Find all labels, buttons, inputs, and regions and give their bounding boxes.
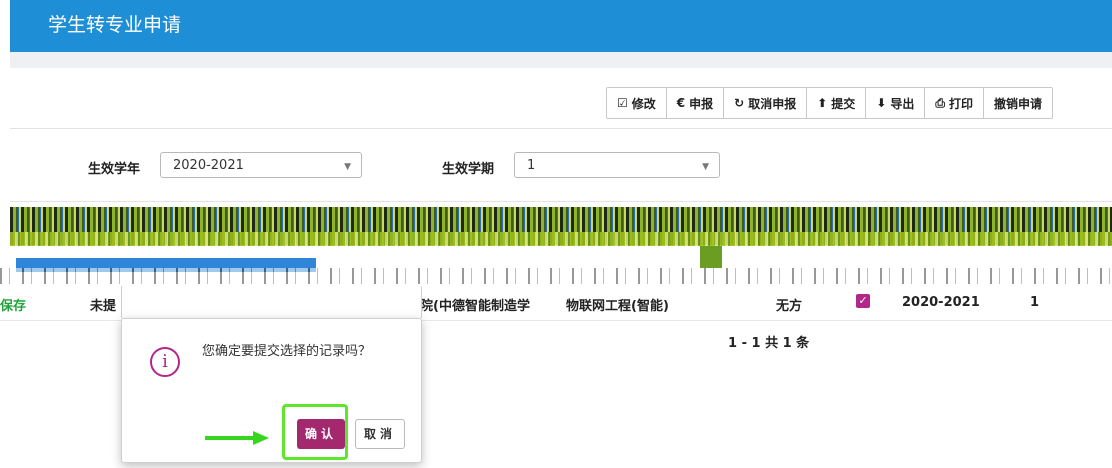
dialog-backdrop-strip [121, 286, 422, 318]
save-link[interactable]: 保存 [0, 295, 26, 314]
pointer-arrow-icon [205, 431, 269, 445]
term-select[interactable]: 1 ▼ [514, 152, 720, 178]
submit-button[interactable]: ⬆ 提交 [807, 88, 867, 118]
action-toolbar: ☑ 修改 € 申报 ↻ 取消申报 ⬆ 提交 ⬇ 导出 ⎙ 打印 撤销申请 [606, 87, 1054, 119]
edit-icon: ☑ [617, 96, 628, 110]
pagination-info: 1 - 1 共 1 条 [728, 336, 810, 351]
garbled-block [700, 246, 722, 268]
declare-button[interactable]: € 申报 [667, 88, 725, 118]
revoke-application-button[interactable]: 撤销申请 [984, 88, 1052, 118]
garbled-band [10, 232, 1112, 246]
info-icon: i [150, 347, 180, 377]
filter-panel: 生效学年 2020-2021 ▼ 生效学期 1 ▼ [10, 128, 1112, 202]
year-select[interactable]: 2020-2021 ▼ [160, 152, 362, 178]
garbled-column-headers [0, 268, 1112, 284]
year-value: 2020-2021 [173, 158, 244, 173]
year-label: 生效学年 [88, 162, 141, 177]
direction-cell: 无方 [776, 299, 803, 314]
export-button[interactable]: ⬇ 导出 [866, 88, 926, 118]
dialog-message: 您确定要提交选择的记录吗？ [202, 344, 372, 359]
cancel-declare-button[interactable]: ↻ 取消申报 [724, 88, 808, 118]
page-title: 学生转专业申请 [48, 14, 182, 36]
confirm-dialog: i 您确定要提交选择的记录吗？ 确认 取消 [121, 318, 422, 463]
term-cell: 1 [1030, 295, 1040, 310]
print-icon: ⎙ [935, 95, 945, 110]
export-icon: ⬇ [876, 96, 887, 110]
upload-icon: ⬆ [817, 96, 828, 110]
college-cell: 院(中德智能制造学 [420, 299, 530, 314]
euro-icon: € [676, 96, 686, 110]
term-label: 生效学期 [442, 162, 495, 177]
header-divider [10, 52, 1112, 68]
edit-button[interactable]: ☑ 修改 [607, 88, 667, 118]
cancel-button[interactable]: 取消 [355, 419, 405, 449]
app-header: 学生转专业申请 [10, 0, 1112, 52]
major-cell: 物联网工程(智能) [566, 299, 669, 314]
chevron-down-icon: ▼ [344, 162, 351, 172]
chevron-down-icon: ▼ [702, 162, 709, 172]
term-value: 1 [527, 158, 536, 173]
row-checkbox[interactable]: ✓ [856, 294, 870, 308]
highlight-box [282, 404, 348, 460]
year-cell: 2020-2021 [902, 295, 980, 310]
print-button[interactable]: ⎙ 打印 [925, 88, 985, 118]
status-cell: 未提 [90, 299, 117, 314]
refresh-icon: ↻ [734, 96, 745, 110]
